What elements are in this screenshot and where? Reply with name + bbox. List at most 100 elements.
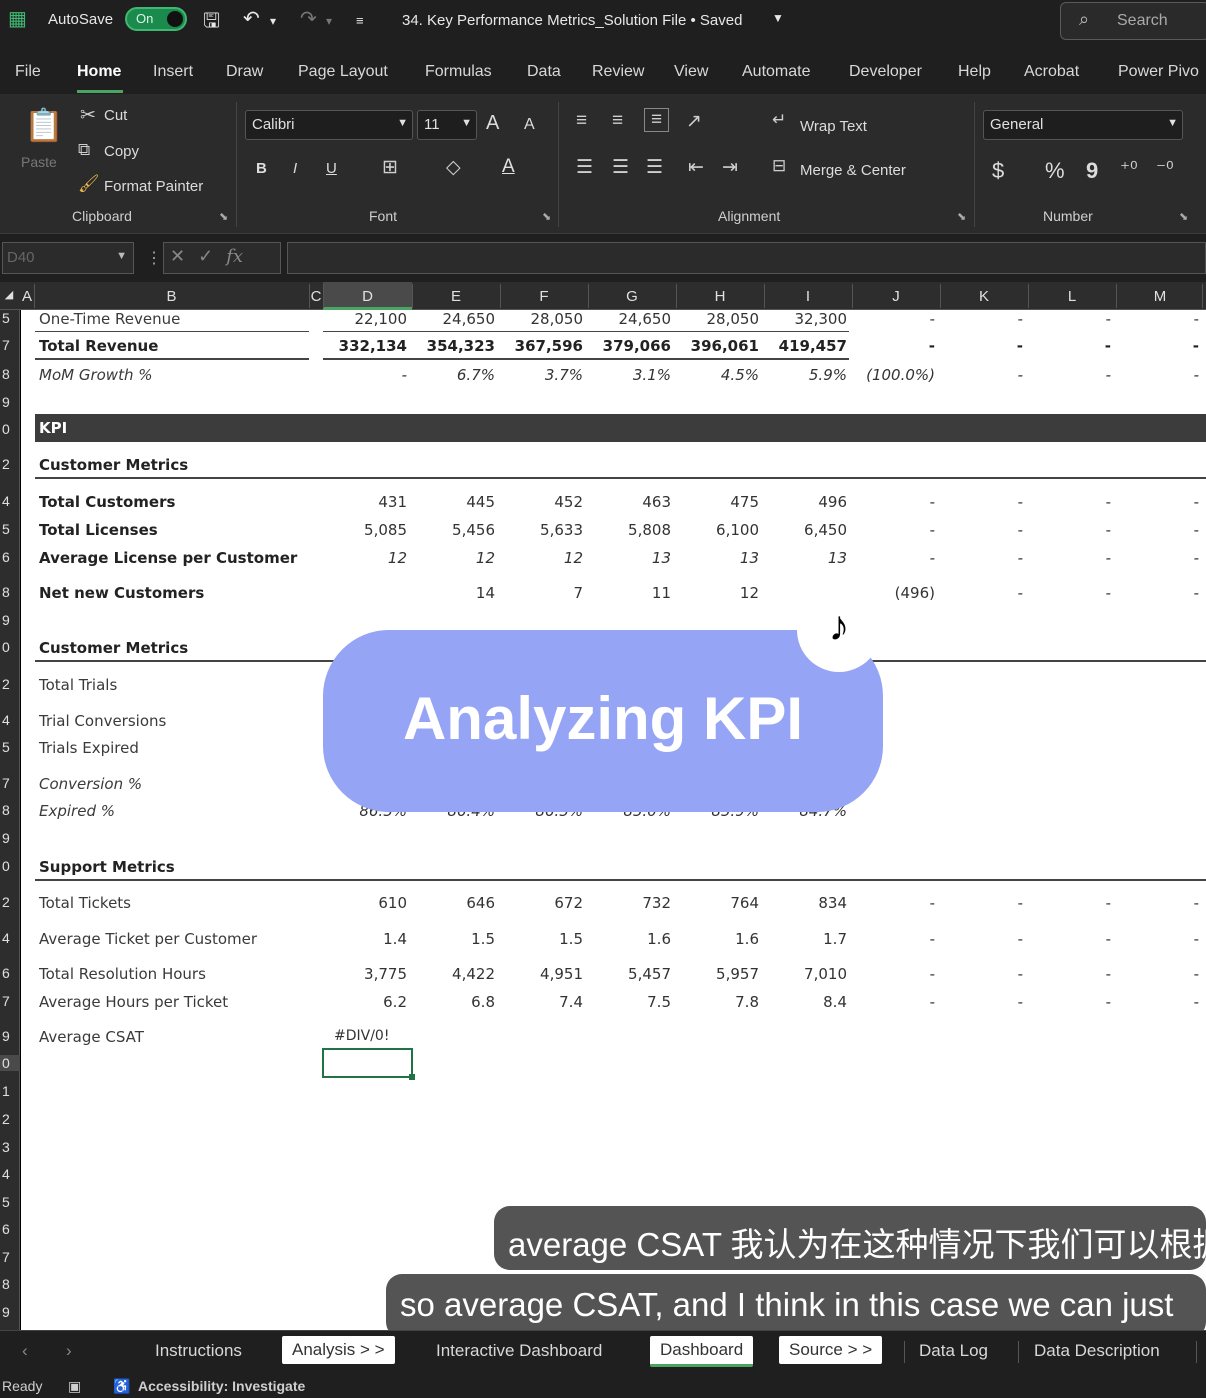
row-header[interactable]: 6	[0, 965, 20, 981]
comma-style-button[interactable]: 9	[1086, 158, 1098, 184]
number-cell[interactable]: 5,457	[601, 965, 671, 983]
tab-file[interactable]: File	[15, 63, 41, 81]
tab-page-layout[interactable]: Page Layout	[298, 63, 388, 81]
search-box[interactable]: ⌕ Search	[1060, 2, 1206, 40]
enter-icon[interactable]: ✓	[198, 246, 213, 266]
number-cell[interactable]: 379,066	[601, 337, 671, 355]
number-cell[interactable]: 3.7%	[513, 366, 583, 384]
accessibility-icon[interactable]: ♿	[113, 1378, 130, 1395]
number-cell[interactable]: 764	[689, 894, 759, 912]
number-cell[interactable]: -	[865, 337, 935, 355]
tab-insert[interactable]: Insert	[153, 63, 193, 81]
number-cell[interactable]: -	[1129, 965, 1199, 983]
number-cell[interactable]: 6,450	[777, 521, 847, 539]
row-header[interactable]: 3	[0, 1139, 20, 1155]
number-cell[interactable]: -	[865, 521, 935, 539]
paste-label[interactable]: Paste	[21, 154, 57, 170]
number-cell[interactable]: -	[953, 894, 1023, 912]
align-top-icon[interactable]: ≡	[576, 110, 587, 132]
tab-acrobat[interactable]: Acrobat	[1024, 63, 1079, 81]
row-header[interactable]: 7	[0, 993, 20, 1009]
number-cell[interactable]: -	[1129, 584, 1199, 602]
number-cell[interactable]: -	[1041, 584, 1111, 602]
number-cell[interactable]: 5.9%	[777, 366, 847, 384]
number-cell[interactable]: -	[1129, 493, 1199, 511]
number-cell[interactable]: -	[1041, 521, 1111, 539]
number-cell[interactable]: 419,457	[777, 337, 847, 355]
number-cell[interactable]: -	[1129, 930, 1199, 948]
copy-button[interactable]: Copy	[104, 143, 139, 160]
number-cell[interactable]: 332,134	[337, 337, 407, 355]
row-header[interactable]: 7	[0, 1249, 20, 1265]
autosave-toggle[interactable]: On	[125, 7, 187, 31]
number-cell[interactable]: 367,596	[513, 337, 583, 355]
italic-button[interactable]: I	[293, 160, 297, 177]
number-cell[interactable]: -	[1041, 337, 1111, 355]
row-header[interactable]: 4	[0, 493, 20, 509]
alignment-launcher-icon[interactable]: ⬊	[957, 210, 966, 223]
underline-button[interactable]: U	[326, 160, 337, 177]
column-header-f[interactable]: F	[500, 288, 588, 305]
number-cell[interactable]: 14	[425, 584, 495, 602]
tab-scroll-right-icon[interactable]: ›	[66, 1341, 72, 1361]
sheet-tab-data-log[interactable]: Data Log	[919, 1341, 988, 1361]
number-cell[interactable]: -	[865, 493, 935, 511]
tab-formulas[interactable]: Formulas	[425, 63, 492, 81]
worksheet-grid[interactable]: One-Time Revenue Total Revenue MoM Growt…	[21, 310, 1206, 1330]
column-header-j[interactable]: J	[852, 288, 940, 305]
undo-dropdown-icon[interactable]: ▾	[270, 14, 276, 28]
tab-automate[interactable]: Automate	[742, 63, 810, 81]
number-cell[interactable]: 24,650	[601, 310, 672, 328]
number-cell[interactable]: -	[1041, 366, 1111, 384]
fill-handle[interactable]	[409, 1074, 415, 1080]
number-cell[interactable]: -	[1129, 310, 1199, 328]
number-cell[interactable]: 1.5	[513, 930, 583, 948]
number-cell[interactable]: -	[953, 993, 1023, 1011]
tab-power-pivot[interactable]: Power Pivo	[1118, 63, 1199, 81]
number-cell[interactable]: 3,775	[337, 965, 407, 983]
font-name-select[interactable]: Calibri ▼	[245, 110, 413, 140]
currency-button[interactable]: $	[992, 158, 1004, 184]
row-header[interactable]: 1	[0, 1083, 20, 1099]
wrap-text-button[interactable]: Wrap Text	[800, 118, 867, 135]
row-header[interactable]: 0	[0, 858, 20, 874]
number-cell[interactable]: 5,633	[513, 521, 583, 539]
number-cell[interactable]: -	[1129, 993, 1199, 1011]
column-header-a[interactable]: A	[20, 288, 34, 305]
row-header[interactable]: 0	[0, 639, 20, 655]
number-cell[interactable]: 5,808	[601, 521, 671, 539]
row-header[interactable]: 2	[0, 456, 20, 472]
row-header-selected[interactable]: 0	[0, 1055, 20, 1071]
number-cell[interactable]: 28,050	[513, 310, 584, 328]
tab-view[interactable]: View	[674, 63, 708, 81]
column-header-c[interactable]: C	[309, 288, 323, 305]
number-cell[interactable]: 13	[777, 549, 847, 567]
redo-dropdown-icon[interactable]: ▾	[326, 14, 332, 28]
number-cell[interactable]: -	[865, 894, 935, 912]
number-cell[interactable]: 28,050	[689, 310, 760, 328]
tab-scroll-left-icon[interactable]: ‹	[22, 1341, 28, 1361]
row-header[interactable]: 8	[0, 1276, 20, 1292]
number-cell[interactable]: 354,323	[425, 337, 495, 355]
number-cell[interactable]: 6.8	[425, 993, 495, 1011]
row-header[interactable]: 9	[0, 1304, 20, 1320]
number-cell[interactable]: 4,951	[513, 965, 583, 983]
align-bottom-icon[interactable]: ≡	[644, 108, 670, 132]
number-cell[interactable]: 6,100	[689, 521, 759, 539]
increase-decimal-icon[interactable]: ⁺⁰	[1120, 158, 1138, 181]
redo-icon[interactable]: ↷	[300, 6, 317, 31]
number-cell[interactable]: 834	[777, 894, 847, 912]
number-format-select[interactable]: General ▼	[983, 110, 1183, 140]
tab-draw[interactable]: Draw	[226, 63, 263, 81]
row-header[interactable]: 4	[0, 712, 20, 728]
number-cell[interactable]: 5,085	[337, 521, 407, 539]
number-cell[interactable]: -	[953, 549, 1023, 567]
number-cell[interactable]: -	[865, 993, 935, 1011]
title-chevron-down-icon[interactable]: ▼	[772, 11, 784, 25]
number-cell[interactable]: 24,650	[425, 310, 496, 328]
number-cell[interactable]: -	[953, 584, 1023, 602]
number-cell[interactable]: 1.6	[601, 930, 671, 948]
number-cell[interactable]: -	[1129, 366, 1199, 384]
number-cell[interactable]: 7.8	[689, 993, 759, 1011]
row-header[interactable]: 5	[0, 739, 20, 755]
